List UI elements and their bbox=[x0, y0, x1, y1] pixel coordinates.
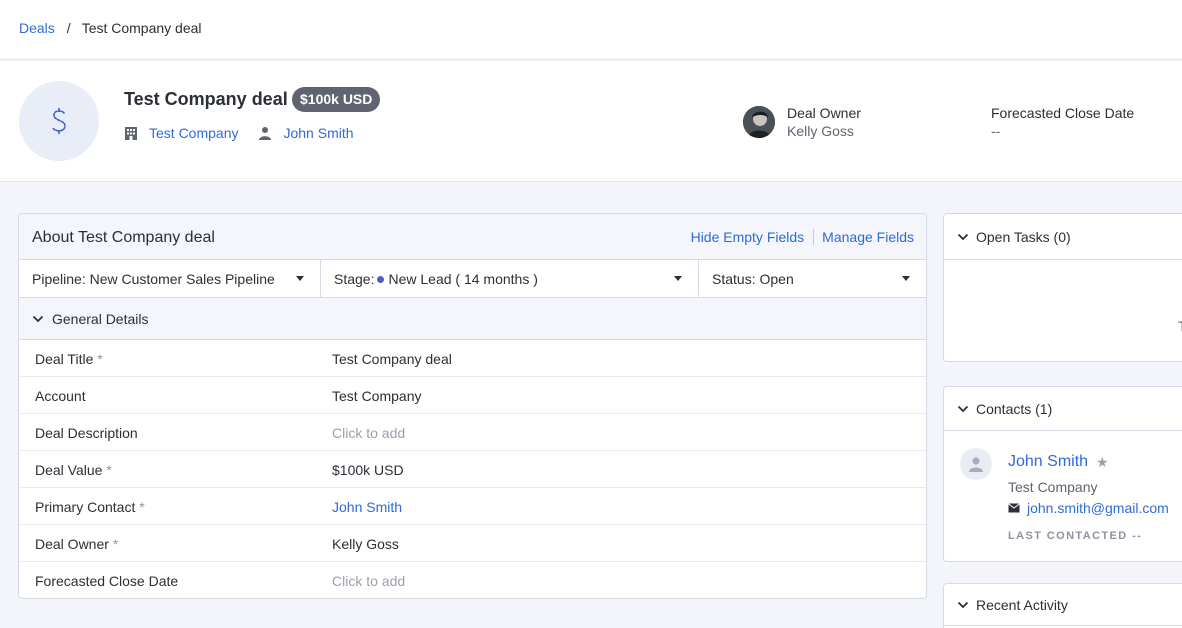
breadcrumb-deals-link[interactable]: Deals bbox=[19, 20, 55, 36]
recent-activity-card: Recent Activity bbox=[943, 583, 1182, 628]
person-icon bbox=[258, 126, 272, 140]
contact-name-link[interactable]: John Smith bbox=[1008, 453, 1088, 471]
deal-title: Test Company deal bbox=[124, 89, 288, 109]
caret-down-icon bbox=[902, 276, 910, 281]
field-value-deal-value[interactable]: $100k USD bbox=[332, 462, 404, 478]
deal-contact-link[interactable]: John Smith bbox=[283, 125, 353, 141]
about-card-actions: Hide Empty Fields Manage Fields bbox=[691, 229, 914, 245]
field-row-deal-description: Deal Description Click to add bbox=[19, 414, 926, 451]
breadcrumb-bar: Deals / Test Company deal bbox=[0, 0, 1182, 60]
field-label: Forecasted Close Date bbox=[35, 573, 179, 589]
field-label: Primary Contact * bbox=[35, 499, 145, 515]
field-label: Deal Value * bbox=[35, 462, 112, 478]
chevron-down-icon bbox=[957, 405, 969, 413]
person-icon bbox=[969, 457, 983, 472]
deal-owner-block: Deal Owner Kelly Goss bbox=[787, 104, 861, 140]
breadcrumb: Deals / Test Company deal bbox=[19, 20, 202, 36]
field-row-account: Account Test Company bbox=[19, 377, 926, 414]
recent-activity-title: Recent Activity bbox=[976, 596, 1068, 613]
open-tasks-toggle[interactable]: Open Tasks (0) bbox=[944, 214, 1182, 260]
chevron-down-icon bbox=[957, 233, 969, 241]
pipeline-select[interactable]: Pipeline: New Customer Sales Pipeline bbox=[19, 260, 321, 297]
field-label: Deal Title * bbox=[35, 351, 103, 367]
breadcrumb-separator: / bbox=[66, 20, 71, 36]
field-value-deal-description[interactable]: Click to add bbox=[332, 425, 405, 441]
contact-avatar bbox=[960, 448, 992, 480]
mail-icon bbox=[1008, 503, 1020, 513]
status-value: Open bbox=[759, 271, 794, 287]
general-details-label: General Details bbox=[52, 310, 149, 327]
recent-activity-toggle[interactable]: Recent Activity bbox=[944, 584, 1182, 626]
field-row-deal-value: Deal Value * $100k USD bbox=[19, 451, 926, 488]
chevron-down-icon bbox=[957, 601, 969, 609]
building-icon bbox=[124, 126, 138, 140]
deal-owner-name[interactable]: Kelly Goss bbox=[787, 122, 861, 140]
forecast-close-label: Forecasted Close Date bbox=[991, 105, 1135, 121]
deal-owner-label: Deal Owner bbox=[787, 105, 861, 121]
stage-select[interactable]: Stage: New Lead ( 14 months ) bbox=[321, 260, 699, 297]
stage-value: New Lead ( 14 months ) bbox=[388, 271, 538, 287]
about-card-title: About Test Company deal bbox=[32, 229, 215, 246]
caret-down-icon bbox=[296, 276, 304, 281]
contact-email-link[interactable]: john.smith@gmail.com bbox=[1027, 500, 1169, 516]
field-label: Deal Owner * bbox=[35, 536, 119, 552]
forecast-close-block: Forecasted Close Date -- bbox=[991, 104, 1134, 140]
star-icon[interactable]: ★ bbox=[1096, 454, 1109, 471]
field-value-account[interactable]: Test Company bbox=[332, 388, 421, 404]
open-tasks-card: Open Tasks (0) T bbox=[943, 213, 1182, 362]
deal-value-badge: $100k USD bbox=[292, 87, 381, 112]
hide-empty-fields-button[interactable]: Hide Empty Fields bbox=[691, 229, 805, 245]
field-value-deal-title[interactable]: Test Company deal bbox=[332, 351, 452, 367]
field-value-primary-contact[interactable]: John Smith bbox=[332, 499, 402, 515]
field-value-forecast-close-date[interactable]: Click to add bbox=[332, 573, 405, 589]
manage-fields-button[interactable]: Manage Fields bbox=[822, 229, 914, 245]
stage-label: Stage: bbox=[334, 271, 375, 287]
pipeline-label: Pipeline: bbox=[32, 271, 86, 287]
field-row-deal-title: Deal Title * Test Company deal bbox=[19, 340, 926, 377]
breadcrumb-current: Test Company deal bbox=[81, 20, 202, 36]
deal-avatar bbox=[19, 81, 99, 161]
dollar-icon bbox=[52, 108, 66, 134]
about-card-header: About Test Company deal Hide Empty Field… bbox=[19, 214, 926, 260]
deal-meta-row: Test Company John Smith bbox=[124, 125, 354, 141]
open-tasks-title: Open Tasks (0) bbox=[976, 228, 1071, 245]
field-label: Deal Description bbox=[35, 425, 138, 441]
owner-avatar bbox=[743, 106, 775, 138]
caret-down-icon bbox=[674, 276, 682, 281]
contacts-title: Contacts (1) bbox=[976, 400, 1053, 417]
field-row-primary-contact: Primary Contact * John Smith bbox=[19, 488, 926, 525]
status-label: Status: bbox=[712, 271, 756, 287]
tasks-peek-text: T bbox=[1178, 318, 1182, 334]
stage-dot-icon bbox=[377, 276, 385, 283]
contact-name-row: John Smith ★ bbox=[1008, 453, 1109, 471]
contact-company: Test Company bbox=[1008, 479, 1098, 495]
field-row-forecast-close-date: Forecasted Close Date Click to add bbox=[19, 562, 926, 598]
actions-divider bbox=[813, 229, 815, 245]
deal-company-link[interactable]: Test Company bbox=[149, 125, 238, 141]
field-value-deal-owner[interactable]: Kelly Goss bbox=[332, 536, 399, 552]
deal-header: Test Company deal $100k USD Test Company… bbox=[0, 61, 1182, 182]
field-row-deal-owner: Deal Owner * Kelly Goss bbox=[19, 525, 926, 562]
field-label: Account bbox=[35, 388, 86, 404]
pipeline-value: New Customer Sales Pipeline bbox=[89, 271, 275, 287]
chevron-down-icon bbox=[32, 315, 44, 323]
general-details-toggle[interactable]: General Details bbox=[19, 298, 926, 340]
deal-selectors: Pipeline: New Customer Sales Pipeline St… bbox=[19, 260, 926, 298]
contacts-card: Contacts (1) John Smith ★ Test Company j… bbox=[943, 386, 1182, 562]
about-deal-card: About Test Company deal Hide Empty Field… bbox=[18, 213, 927, 599]
status-select[interactable]: Status: Open bbox=[699, 260, 926, 297]
forecast-close-value[interactable]: -- bbox=[991, 122, 1134, 140]
contact-email-row: john.smith@gmail.com bbox=[1008, 500, 1169, 516]
last-contacted: LAST CONTACTED -- bbox=[1008, 530, 1143, 542]
contacts-toggle[interactable]: Contacts (1) bbox=[944, 387, 1182, 431]
